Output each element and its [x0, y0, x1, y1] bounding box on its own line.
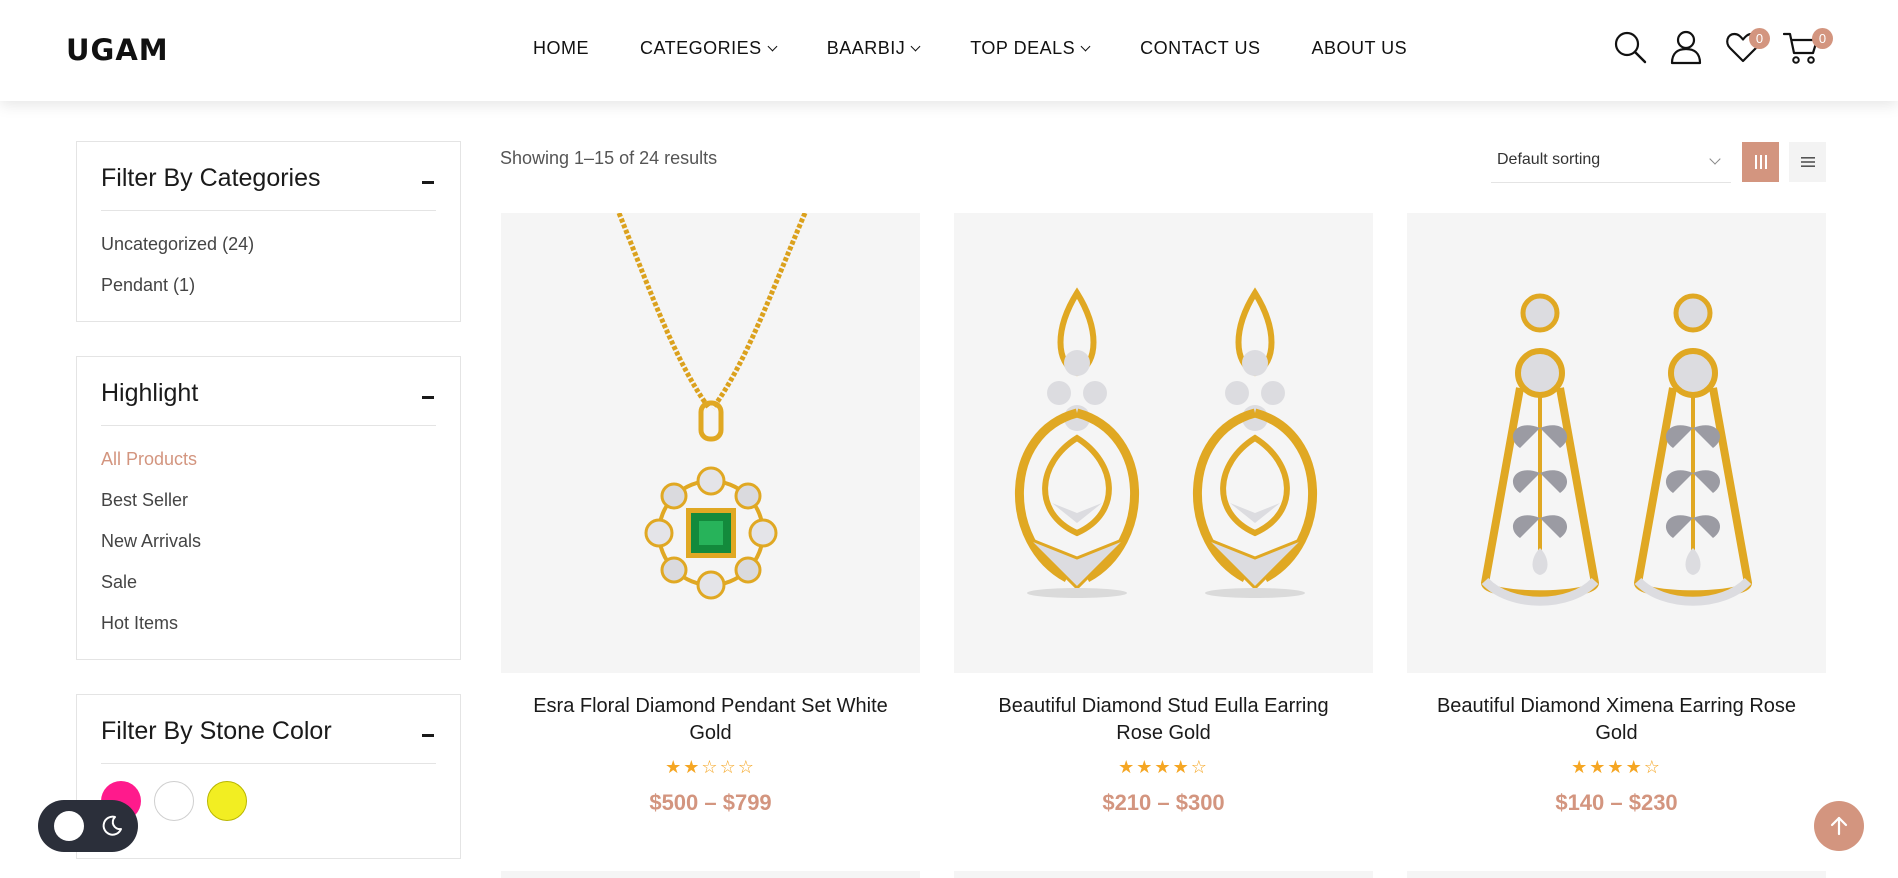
product-title[interactable]: Beautiful Diamond Ximena Earring Rose Go…	[1407, 693, 1826, 747]
main-nav: HOME CATEGORIES BAARBIJ TOP DEALS CONTAC…	[533, 38, 1458, 59]
chevron-down-icon	[1709, 153, 1721, 165]
nav-top-deals[interactable]: TOP DEALS	[970, 38, 1091, 59]
toggle-knob	[54, 811, 84, 841]
product-card[interactable]: Beautiful Diamond Stud Eulla Earring Ros…	[954, 213, 1373, 816]
category-item[interactable]: Uncategorized (24)	[101, 231, 254, 272]
collapse-icon[interactable]	[422, 181, 434, 184]
highlight-header[interactable]: Highlight	[101, 379, 436, 426]
highlight-item-new-arrivals[interactable]: New Arrivals	[101, 528, 201, 569]
stone-color-swatch-white[interactable]	[154, 781, 194, 821]
product-price: $140 – $230	[1555, 790, 1678, 815]
product-image[interactable]	[1407, 213, 1826, 673]
earring-image	[1014, 287, 1318, 598]
nav-baarbij[interactable]: BAARBIJ	[826, 38, 921, 59]
product-title[interactable]: Esra Floral Diamond Pendant Set White Go…	[501, 693, 920, 747]
product-price: $500 – $799	[649, 790, 772, 815]
nav-contact-us[interactable]: CONTACT US	[1140, 38, 1260, 59]
product-card-next-row	[501, 871, 920, 878]
cart-count-badge: 0	[1812, 28, 1833, 49]
list-view-button[interactable]	[1789, 142, 1826, 182]
product-image[interactable]	[501, 213, 920, 673]
highlight-list: All Products Best Seller New Arrivals Sa…	[101, 446, 201, 651]
product-price: $210 – $300	[1102, 790, 1225, 815]
star-rating: ★★★★☆	[1571, 757, 1662, 777]
search-icon[interactable]	[1612, 29, 1648, 65]
category-list: Uncategorized (24) Pendant (1)	[101, 231, 254, 313]
filter-stone-color-title: Filter By Stone Color	[101, 717, 332, 745]
drop-earring-image	[1480, 293, 1753, 606]
product-image[interactable]	[954, 213, 1373, 673]
stone-color-swatch-yellow[interactable]	[207, 781, 247, 821]
star-rating: ★★☆☆☆	[665, 757, 756, 777]
nav-categories[interactable]: CATEGORIES	[640, 38, 778, 59]
site-header: UGAM HOME CATEGORIES BAARBIJ TOP DEALS C…	[0, 0, 1898, 101]
nav-top-deals-label: TOP DEALS	[970, 38, 1076, 58]
grid-view-button[interactable]	[1742, 142, 1779, 182]
nav-categories-label: CATEGORIES	[640, 38, 762, 58]
result-count: Showing 1–15 of 24 results	[500, 148, 718, 168]
highlight-item-all-products[interactable]: All Products	[101, 446, 201, 487]
highlight-item-best-seller[interactable]: Best Seller	[101, 487, 201, 528]
nav-home[interactable]: HOME	[533, 38, 589, 59]
product-card-next-row	[1407, 871, 1826, 878]
nav-about-us-label: ABOUT US	[1311, 38, 1408, 58]
dark-mode-toggle[interactable]	[38, 800, 138, 852]
nav-about-us[interactable]: ABOUT US	[1311, 38, 1407, 59]
chevron-down-icon	[767, 41, 778, 52]
product-card[interactable]: Beautiful Diamond Ximena Earring Rose Go…	[1407, 213, 1826, 816]
wishlist-count-badge: 0	[1749, 28, 1770, 49]
nav-baarbij-label: BAARBIJ	[826, 38, 906, 58]
pendant-image	[616, 213, 808, 600]
product-card-next-row	[954, 871, 1373, 878]
filter-categories-title: Filter By Categories	[101, 164, 321, 192]
category-item[interactable]: Pendant (1)	[101, 272, 254, 313]
product-title[interactable]: Beautiful Diamond Stud Eulla Earring Ros…	[954, 693, 1373, 747]
moon-icon	[102, 815, 122, 836]
arrow-up-icon	[1830, 816, 1848, 836]
filter-stone-color-header[interactable]: Filter By Stone Color	[101, 717, 436, 764]
star-rating: ★★★★☆	[1118, 757, 1209, 777]
list-view-icon	[1800, 157, 1815, 167]
filter-categories-panel: Filter By Categories Uncategorized (24) …	[76, 141, 461, 322]
sort-dropdown[interactable]: Default sorting	[1491, 143, 1731, 183]
chevron-down-icon	[1080, 41, 1091, 52]
grid-view-icon	[1754, 155, 1767, 169]
user-icon[interactable]	[1668, 29, 1704, 65]
back-to-top-button[interactable]	[1814, 801, 1864, 851]
collapse-icon[interactable]	[422, 734, 434, 737]
highlight-item-hot-items[interactable]: Hot Items	[101, 610, 201, 651]
collapse-icon[interactable]	[422, 396, 434, 399]
product-card[interactable]: Esra Floral Diamond Pendant Set White Go…	[501, 213, 920, 816]
highlight-item-sale[interactable]: Sale	[101, 569, 201, 610]
site-logo[interactable]: UGAM	[66, 33, 169, 67]
nav-home-label: HOME	[533, 38, 589, 58]
chevron-down-icon	[910, 41, 921, 52]
nav-contact-us-label: CONTACT US	[1140, 38, 1261, 58]
filter-categories-header[interactable]: Filter By Categories	[101, 164, 436, 211]
sort-selected-value: Default sorting	[1497, 151, 1601, 168]
highlight-title: Highlight	[101, 379, 199, 407]
highlight-panel: Highlight All Products Best Seller New A…	[76, 356, 461, 660]
